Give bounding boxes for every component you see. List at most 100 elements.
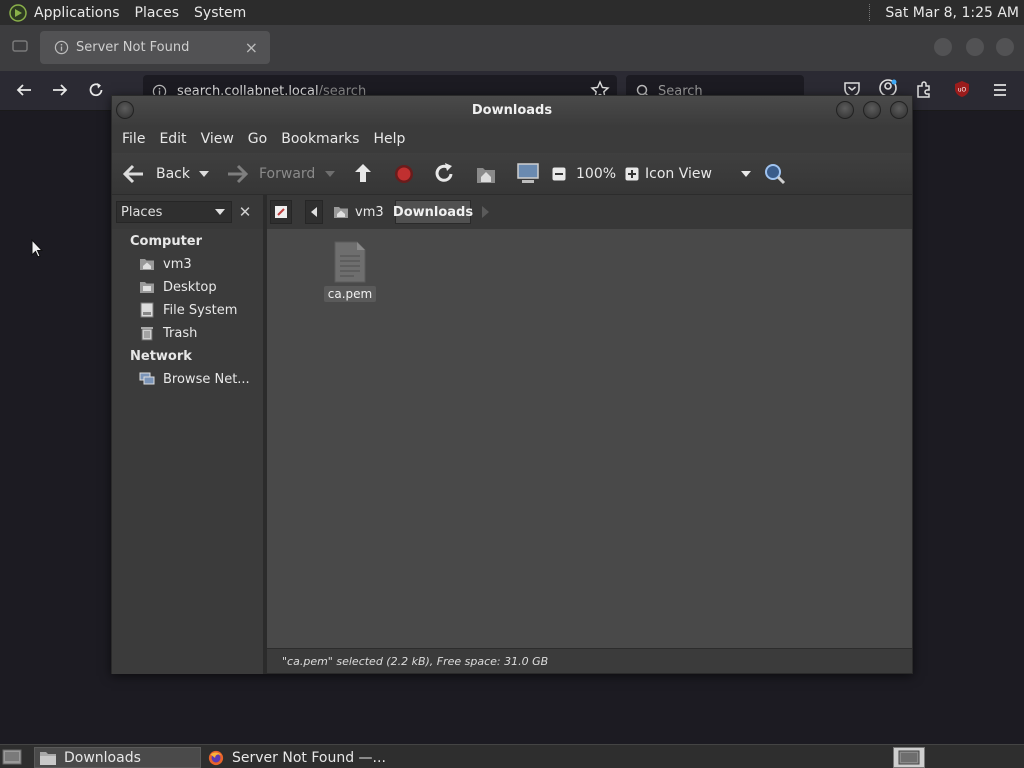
forward-arrow-icon[interactable]	[50, 80, 70, 100]
menu-bookmarks[interactable]: Bookmarks	[281, 131, 359, 147]
tab-close-icon[interactable]: ×	[245, 38, 258, 57]
zoom-out-icon[interactable]	[552, 167, 566, 181]
hamburger-menu-icon[interactable]	[990, 80, 1010, 100]
breadcrumb-vm3[interactable]: vm3	[333, 200, 384, 224]
network-icon	[139, 372, 155, 385]
mouse-pointer-icon	[31, 239, 43, 258]
browser-maximize-button[interactable]	[966, 38, 984, 56]
sidebar-item-label: File System	[163, 302, 238, 318]
status-text: "ca.pem" selected (2.2 kB), Free space: …	[282, 654, 549, 668]
menu-go[interactable]: Go	[248, 131, 267, 147]
sidebar-item-browse-network[interactable]: Browse Net...	[139, 369, 259, 389]
side-pane-selector[interactable]: Places	[116, 201, 232, 223]
file-item[interactable]: ca.pem	[320, 241, 380, 305]
forward-label: Forward	[259, 166, 316, 182]
location-edit-button[interactable]	[270, 200, 292, 224]
ublock-origin-icon[interactable]: uO	[953, 80, 971, 98]
svg-text:uO: uO	[958, 87, 967, 94]
network-heading: Network	[130, 349, 192, 364]
task-label: Downloads	[64, 749, 141, 766]
sidebar-item-trash[interactable]: Trash	[139, 323, 259, 343]
task-firefox[interactable]: Server Not Found —...	[203, 747, 393, 768]
system-menu[interactable]: System	[194, 5, 246, 21]
extensions-icon[interactable]	[915, 80, 933, 98]
side-pane: Computer vm3 Desktop File System Trash N…	[112, 229, 263, 674]
forward-history-dropdown-icon[interactable]	[325, 153, 335, 195]
maximize-button[interactable]	[863, 101, 881, 119]
reload-icon[interactable]	[434, 153, 456, 195]
back-icon	[122, 164, 143, 184]
task-downloads[interactable]: Downloads	[34, 747, 201, 768]
zoom-in-icon[interactable]	[625, 167, 639, 181]
menu-edit[interactable]: Edit	[159, 131, 186, 147]
side-pane-close-icon[interactable]: ✕	[234, 201, 256, 223]
applications-menu[interactable]: Applications	[34, 5, 120, 21]
back-arrow-icon[interactable]	[14, 80, 34, 100]
toolbar: Back Forward 100% Icon View	[112, 153, 912, 195]
view-mode-dropdown-icon	[741, 171, 751, 177]
home-folder-icon	[334, 207, 348, 218]
computer-heading: Computer	[130, 234, 203, 249]
panel-separator	[869, 4, 871, 21]
menu-view[interactable]: View	[201, 131, 234, 147]
browser-close-button[interactable]	[996, 38, 1014, 56]
file-manager-window: Downloads File Edit View Go Bookmarks He…	[111, 95, 913, 674]
chevron-right-icon[interactable]	[482, 206, 490, 218]
taskbar: Downloads Server Not Found —...	[0, 744, 1024, 768]
sidebar-item-file-system[interactable]: File System	[139, 300, 259, 320]
trash-icon	[141, 327, 153, 341]
sidebar-item-desktop[interactable]: Desktop	[139, 277, 259, 297]
home-folder-icon[interactable]	[475, 153, 497, 195]
breadcrumb-scroll-left[interactable]	[305, 200, 323, 224]
applications-logo-icon[interactable]	[9, 3, 27, 22]
reload-icon[interactable]	[86, 80, 106, 100]
view-mode-label: Icon View	[645, 166, 712, 182]
back-button[interactable]: Back	[122, 153, 190, 195]
show-desktop-icon[interactable]	[2, 748, 22, 766]
sidebar-item-label: Desktop	[163, 279, 217, 295]
computer-icon[interactable]	[516, 153, 540, 195]
zoom-level[interactable]: 100%	[576, 166, 616, 182]
close-button[interactable]	[890, 101, 908, 119]
top-panel: Applications Places System Sat Mar 8, 1:…	[0, 0, 1024, 25]
view-mode-combo[interactable]: Icon View	[645, 153, 751, 195]
up-icon[interactable]	[353, 153, 373, 195]
window-titlebar[interactable]: Downloads	[112, 96, 912, 125]
chevron-left-icon	[311, 207, 317, 217]
forward-icon	[228, 164, 249, 184]
window-menu-button[interactable]	[116, 101, 134, 119]
sidebar-item-label: Trash	[163, 325, 198, 341]
places-menu[interactable]: Places	[135, 5, 180, 21]
task-label: Server Not Found —...	[232, 749, 386, 766]
firefox-icon	[208, 750, 224, 765]
workspace-window-icon	[898, 750, 920, 765]
clock[interactable]: Sat Mar 8, 1:25 AM	[885, 5, 1019, 21]
back-label: Back	[156, 166, 190, 182]
edit-pencil-icon	[275, 206, 287, 218]
side-pane-selector-label: Places	[121, 204, 163, 220]
browser-tab[interactable]: Server Not Found ×	[40, 31, 270, 64]
sidebar-item-label: vm3	[163, 256, 192, 272]
folder-icon	[40, 751, 56, 765]
forward-button[interactable]: Forward	[227, 153, 315, 195]
menu-help[interactable]: Help	[373, 131, 405, 147]
browser-minimize-button[interactable]	[934, 38, 952, 56]
status-bar: "ca.pem" selected (2.2 kB), Free space: …	[267, 648, 912, 673]
workspace-switcher[interactable]	[893, 747, 925, 768]
breadcrumb-downloads[interactable]: Downloads	[393, 200, 473, 224]
menu-file[interactable]: File	[122, 131, 145, 147]
text-document-icon	[334, 241, 366, 283]
zoom-control: 100%	[552, 153, 639, 195]
sidebar-item-vm3[interactable]: vm3	[139, 254, 259, 274]
home-folder-icon	[140, 259, 154, 270]
menu-bar: File Edit View Go Bookmarks Help	[112, 125, 912, 153]
window-title: Downloads	[471, 103, 553, 118]
tab-list-icon[interactable]	[12, 38, 28, 54]
minimize-button[interactable]	[836, 101, 854, 119]
search-icon[interactable]	[764, 153, 786, 195]
stop-icon[interactable]	[394, 153, 414, 195]
back-history-dropdown-icon[interactable]	[199, 153, 209, 195]
drive-icon	[140, 302, 154, 318]
browser-tab-title: Server Not Found	[76, 40, 190, 55]
sidebar-item-label: Browse Net...	[163, 371, 250, 387]
